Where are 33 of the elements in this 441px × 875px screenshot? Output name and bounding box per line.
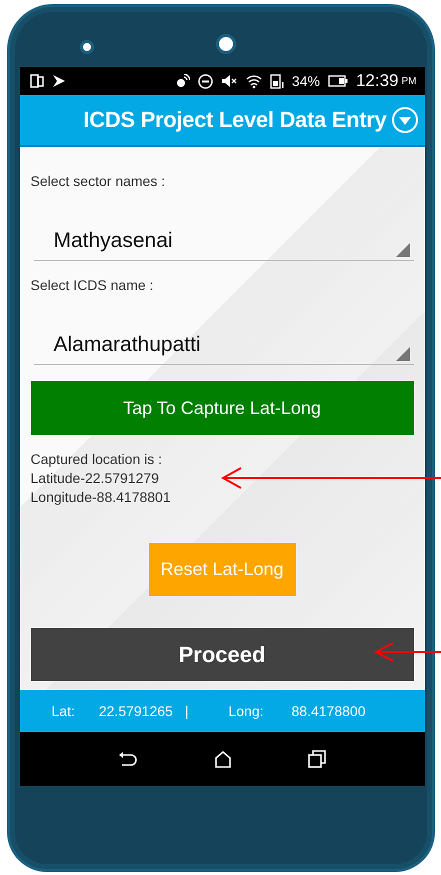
battery-icon [328,75,348,87]
separator: | [184,703,188,719]
sensor-dot [80,40,94,54]
long-value: 88.4178800 [292,703,366,719]
dropdown-field[interactable]: Mathyasenai [34,222,414,261]
captured-location-text: Longitude-88.4178801 [30,488,171,507]
app-title: ICDS Project Level Data Entry [83,107,386,133]
corner-triangle-icon [396,347,410,361]
mute-icon [220,74,238,88]
lat-value: 22.5791265 [98,703,173,719]
phone-tablet-icon [30,74,44,88]
home-icon[interactable] [214,750,232,768]
pointer-arrow [374,641,441,663]
battery-percent: 34% [292,73,320,89]
wifi-icon [246,74,262,88]
captured-location-text: Latitude-22.5791279 [30,469,159,488]
capture-button[interactable]: Tap To Capture Lat-Long [30,381,414,435]
field-label: Select sector names : [30,173,166,189]
back-icon[interactable] [118,750,138,768]
captured-location-text: Captured location is : [30,450,162,469]
lat-label: Lat: [52,703,75,719]
corner-triangle-icon [396,243,410,257]
dropdown-icon[interactable] [390,106,418,134]
field-label: Select ICDS name : [30,277,154,293]
dropdown-field[interactable]: Alamarathupatti [34,326,414,365]
recent-apps-icon[interactable] [308,750,326,768]
proceed-button[interactable]: Proceed [30,628,414,681]
long-label: Long: [228,703,264,719]
sim-card-icon [270,74,284,88]
camera-dot [216,34,236,54]
clock-period: PM [402,76,416,86]
do-not-disturb-icon [198,74,213,88]
clock-time: 12:39 [356,71,398,91]
